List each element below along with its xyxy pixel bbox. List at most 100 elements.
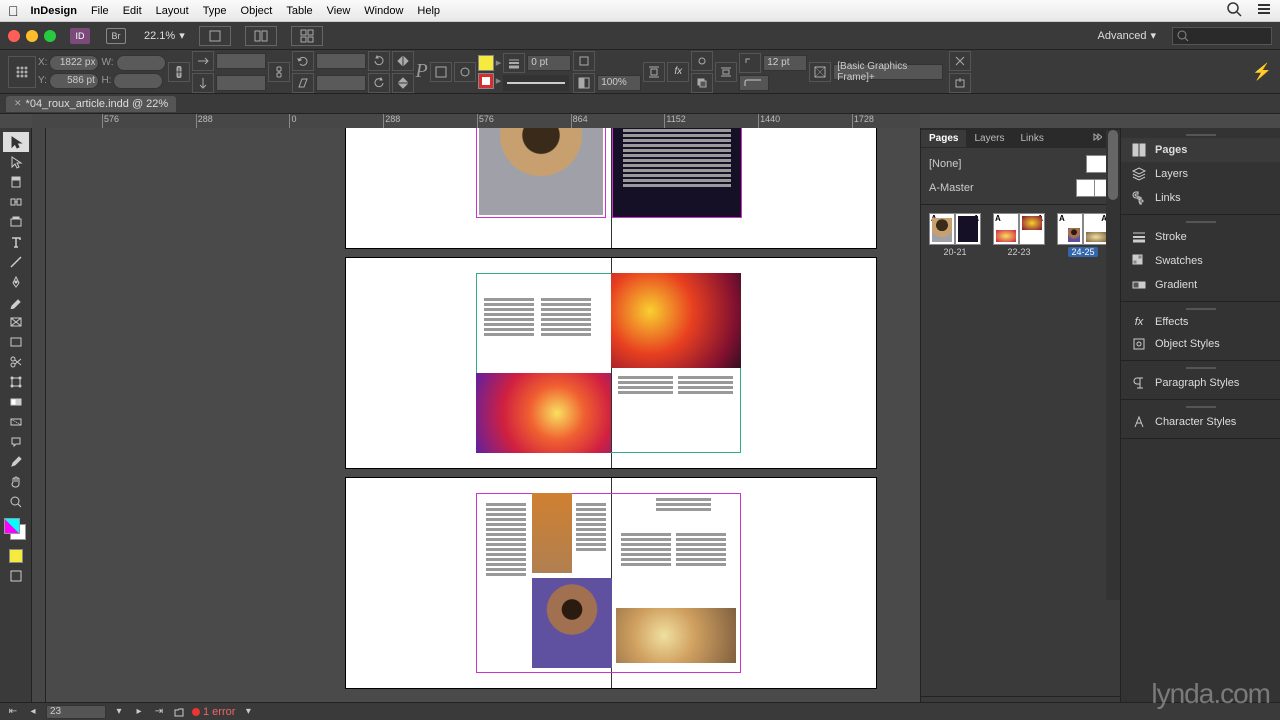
opacity-field[interactable]: 100%: [597, 75, 641, 91]
object-style-new-icon[interactable]: [949, 73, 971, 93]
menu-view[interactable]: View: [327, 5, 351, 17]
dock-gradient[interactable]: Gradient: [1121, 273, 1280, 297]
arrange-documents-button[interactable]: [291, 26, 323, 46]
constrain-scale-icon[interactable]: [268, 62, 290, 82]
constrain-proportions-icon[interactable]: [168, 62, 190, 82]
menu-file[interactable]: File: [91, 5, 109, 17]
stroke-style-dropdown[interactable]: [503, 75, 569, 91]
drop-shadow-icon[interactable]: [691, 73, 713, 93]
zoom-level-dropdown[interactable]: 22.1%▾: [144, 29, 185, 42]
eyedropper-tool[interactable]: [3, 452, 29, 472]
panel-scrollbar[interactable]: [1106, 130, 1120, 600]
collapse-panel-icon[interactable]: [1090, 131, 1102, 146]
height-field[interactable]: [113, 73, 163, 89]
width-field[interactable]: [116, 55, 166, 71]
menu-edit[interactable]: Edit: [123, 5, 142, 17]
document-tab[interactable]: ✕*04_roux_article.indd @ 22%: [6, 96, 176, 112]
effects-fx-icon[interactable]: fx: [667, 62, 689, 82]
fill-stroke-proxy[interactable]: [4, 518, 28, 542]
clear-overrides-icon[interactable]: [949, 51, 971, 71]
dock-pages[interactable]: Pages: [1121, 138, 1280, 162]
master-a-row[interactable]: A-Master: [929, 176, 1112, 200]
menu-table[interactable]: Table: [286, 5, 312, 17]
fitting-icon[interactable]: [809, 62, 831, 82]
workspace-switcher[interactable]: Advanced▾: [1098, 29, 1156, 42]
corner-size-field[interactable]: 12 pt: [763, 55, 807, 71]
x-position-field[interactable]: [49, 55, 99, 71]
stroke-swatch[interactable]: [478, 73, 494, 89]
corner-options-icon[interactable]: [739, 53, 761, 73]
apple-menu[interactable]: : [8, 3, 19, 19]
master-none-row[interactable]: [None]: [929, 152, 1112, 176]
spotlight-icon[interactable]: [1226, 1, 1242, 20]
vertical-ruler[interactable]: [32, 128, 46, 718]
free-transform-tool[interactable]: [3, 372, 29, 392]
text-wrap-none-icon[interactable]: [573, 51, 595, 71]
line-tool[interactable]: [3, 252, 29, 272]
gradient-feather-tool[interactable]: [3, 412, 29, 432]
selection-tool[interactable]: [3, 132, 29, 152]
window-close-button[interactable]: [8, 30, 20, 42]
dock-stroke[interactable]: Stroke: [1121, 225, 1280, 249]
menu-help[interactable]: Help: [417, 5, 440, 17]
quick-apply-icon[interactable]: ⚡: [1252, 62, 1272, 82]
rotate-90-ccw-icon[interactable]: [368, 73, 390, 93]
app-name[interactable]: InDesign: [31, 5, 77, 17]
menu-layout[interactable]: Layout: [156, 5, 189, 17]
dock-effects[interactable]: fxEffects: [1121, 312, 1280, 332]
text-wrap-bbox-icon[interactable]: [643, 62, 665, 82]
wrap-around-object-icon[interactable]: [691, 51, 713, 71]
scissors-tool[interactable]: [3, 352, 29, 372]
select-content-icon[interactable]: [454, 62, 476, 82]
spread-thumb-20-21[interactable]: A A 20-21: [929, 213, 981, 257]
reference-point-proxy[interactable]: [8, 56, 36, 88]
rectangle-frame-tool[interactable]: [3, 312, 29, 332]
spread-thumb-24-25[interactable]: A A 24-25: [1057, 213, 1109, 257]
stroke-weight-field[interactable]: 0 pt: [527, 55, 571, 71]
scale-y-field[interactable]: [216, 75, 266, 91]
bridge-button[interactable]: Br: [106, 28, 126, 44]
apply-color-button[interactable]: [3, 546, 29, 566]
select-container-icon[interactable]: [430, 62, 452, 82]
panel-tab-layers[interactable]: Layers: [966, 130, 1012, 147]
dock-layers[interactable]: Layers: [1121, 162, 1280, 186]
page-number-field[interactable]: [46, 705, 106, 719]
menu-window[interactable]: Window: [364, 5, 403, 17]
dock-character-styles[interactable]: Character Styles: [1121, 410, 1280, 434]
direct-selection-tool[interactable]: [3, 152, 29, 172]
scale-x-field[interactable]: [216, 53, 266, 69]
panel-tab-links[interactable]: Links: [1012, 130, 1051, 147]
prev-page-button[interactable]: ◂: [26, 705, 40, 719]
dock-swatches[interactable]: Swatches: [1121, 249, 1280, 273]
content-collector-tool[interactable]: [3, 212, 29, 232]
preflight-error[interactable]: 1 error: [192, 706, 235, 718]
gradient-swatch-tool[interactable]: [3, 392, 29, 412]
search-help-field[interactable]: [1172, 27, 1272, 45]
shear-field[interactable]: [316, 75, 366, 91]
gap-tool[interactable]: [3, 192, 29, 212]
y-position-field[interactable]: [49, 73, 99, 89]
rotation-field[interactable]: [316, 53, 366, 69]
spread-thumb-22-23[interactable]: A A 22-23: [993, 213, 1045, 257]
horizontal-ruler[interactable]: 57628802885768641152144017282016: [32, 114, 920, 128]
preflight-menu-button[interactable]: ▾: [241, 705, 255, 719]
close-tab-icon[interactable]: ✕: [14, 98, 22, 109]
menu-extras-icon[interactable]: [1256, 1, 1272, 20]
document-canvas[interactable]: Academy Afterlife: [32, 128, 920, 718]
panel-tab-pages[interactable]: Pages: [921, 130, 966, 147]
view-mode-button[interactable]: [3, 566, 29, 586]
last-page-button[interactable]: ⇥: [152, 705, 166, 719]
first-page-button[interactable]: ⇤: [6, 705, 20, 719]
note-tool[interactable]: [3, 432, 29, 452]
dock-links[interactable]: Links: [1121, 186, 1280, 210]
flip-horizontal-icon[interactable]: [392, 51, 414, 71]
rectangle-tool[interactable]: [3, 332, 29, 352]
open-button[interactable]: [172, 705, 186, 719]
page-tool[interactable]: [3, 172, 29, 192]
pencil-tool[interactable]: [3, 292, 29, 312]
dock-object-styles[interactable]: Object Styles: [1121, 332, 1280, 356]
object-style-dropdown[interactable]: [Basic Graphics Frame]+: [833, 64, 943, 80]
pen-tool[interactable]: [3, 272, 29, 292]
window-minimize-button[interactable]: [26, 30, 38, 42]
page-dropdown-button[interactable]: ▾: [112, 705, 126, 719]
